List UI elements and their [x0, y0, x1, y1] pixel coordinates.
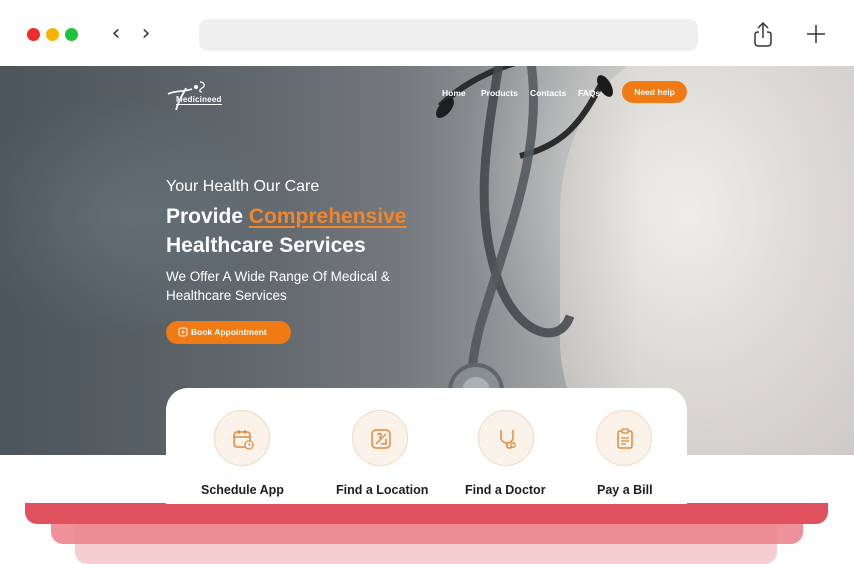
- hero-kicker: Your Health Our Care: [166, 178, 320, 195]
- nav-faqs[interactable]: FAQs: [578, 88, 600, 98]
- location-service-button[interactable]: [352, 410, 408, 466]
- schedule-service-label[interactable]: Schedule App: [201, 483, 284, 497]
- nav-products[interactable]: Products: [481, 88, 518, 98]
- need-help-button[interactable]: Need help: [622, 81, 687, 103]
- close-window-button[interactable]: [27, 28, 40, 41]
- forward-icon[interactable]: ›: [136, 22, 156, 46]
- doctor-service-label[interactable]: Find a Doctor: [465, 483, 546, 497]
- new-tab-icon[interactable]: [805, 22, 827, 46]
- stethoscope-icon: [500, 430, 516, 449]
- maximize-window-button[interactable]: [65, 28, 78, 41]
- bill-service-button[interactable]: [596, 410, 652, 466]
- back-icon[interactable]: ‹: [106, 22, 126, 46]
- brand-name: Medicineed: [176, 95, 222, 105]
- schedule-service-button[interactable]: [214, 410, 270, 466]
- nav-home[interactable]: Home: [442, 88, 466, 98]
- headline-accent: Comprehensive: [248, 205, 407, 228]
- headline-prefix: Provide: [166, 205, 249, 228]
- nav-contacts[interactable]: Contacts: [530, 88, 566, 98]
- headline-line-2: Healthcare Services: [166, 234, 366, 257]
- map-icon: [371, 429, 391, 449]
- appointment-icon: [178, 327, 188, 337]
- location-service-label[interactable]: Find a Location: [336, 483, 428, 497]
- bill-service-label[interactable]: Pay a Bill: [597, 483, 653, 497]
- address-bar[interactable]: [199, 19, 698, 51]
- minimize-window-button[interactable]: [46, 28, 59, 41]
- book-appointment-label: Book Appointment: [191, 327, 267, 337]
- page: ‹ › Medicineed Home Products Contacts FA…: [0, 0, 854, 564]
- hero-subtitle: We Offer A Wide Range Of Medical & Healt…: [166, 269, 390, 303]
- decorative-bar-red: [25, 503, 828, 524]
- doctor-service-button[interactable]: [478, 410, 534, 466]
- book-appointment-button[interactable]: Book Appointment: [166, 321, 291, 344]
- calendar-icon: [233, 430, 254, 450]
- browser-toolbar: ‹ ›: [0, 0, 854, 66]
- bill-icon: [617, 428, 633, 449]
- share-icon[interactable]: [752, 20, 774, 48]
- hero-headline: Provide Comprehensive Healthcare Service…: [166, 202, 406, 260]
